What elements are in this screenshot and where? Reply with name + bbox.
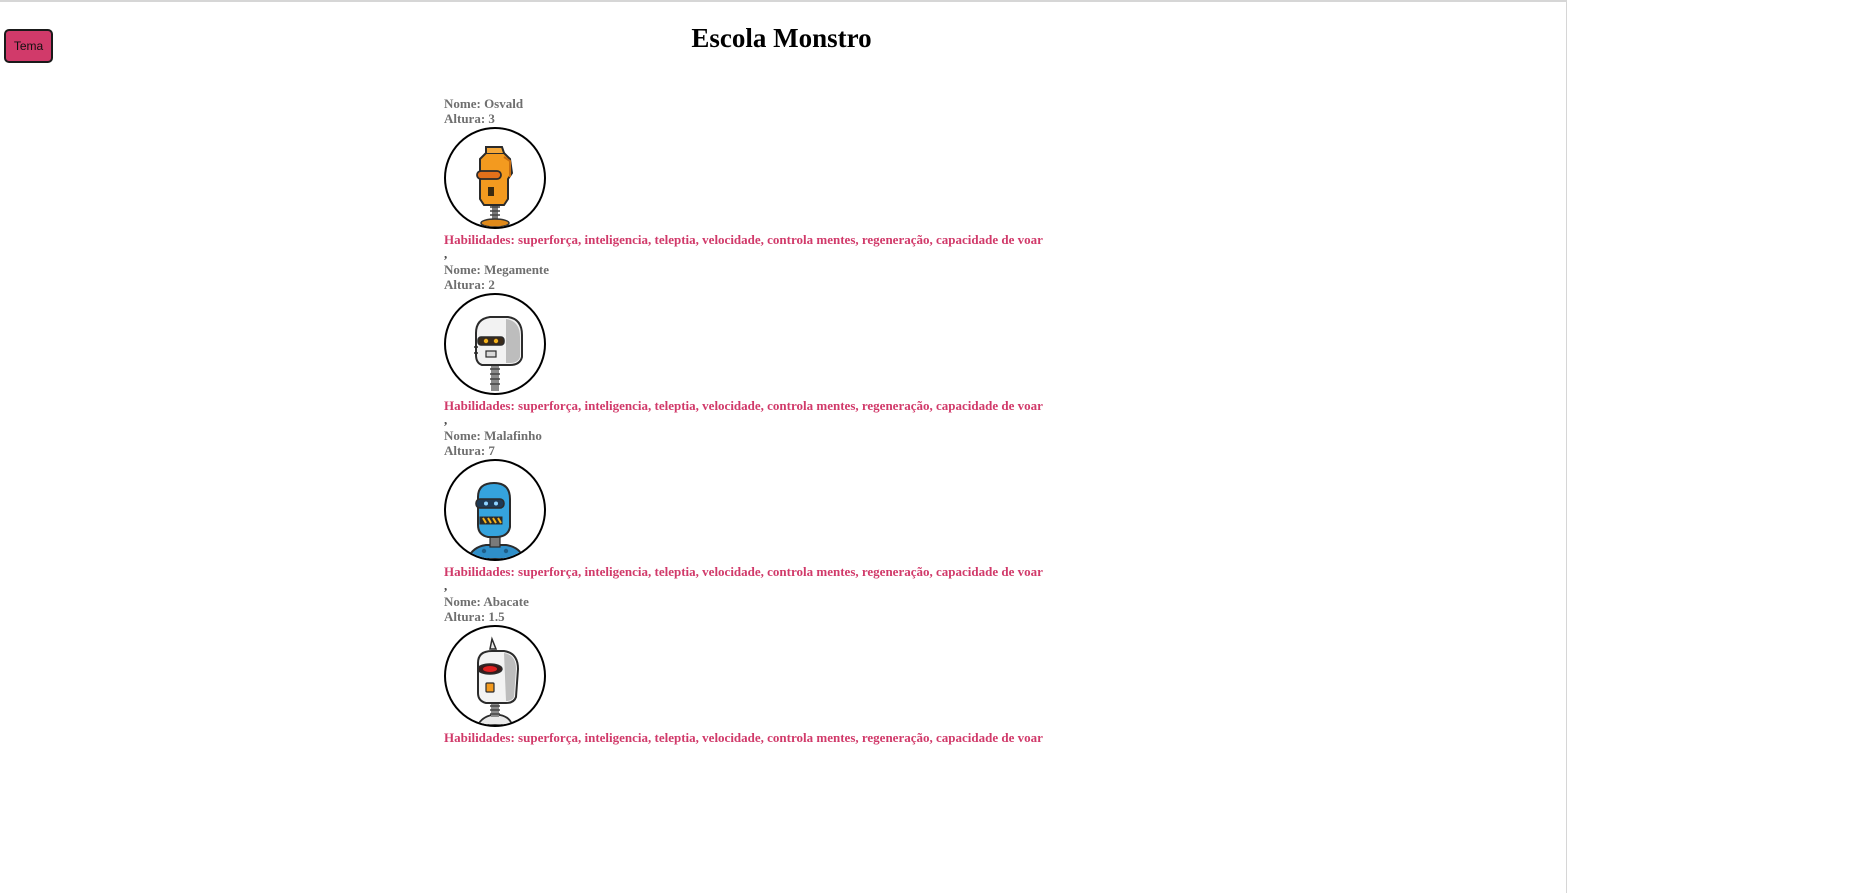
page-viewport: Tema Escola Monstro Nome: Osvald Altura:… xyxy=(0,0,1567,893)
monster-avatar xyxy=(444,127,546,229)
monster-avatar xyxy=(444,625,546,727)
monster-avatar xyxy=(444,459,546,561)
monster-card: Nome: Osvald Altura: 3 Habilidades: supe… xyxy=(444,96,1444,262)
separator: , xyxy=(444,578,448,593)
monster-height: Altura: 2 xyxy=(444,277,495,292)
orange-robot-icon xyxy=(476,146,514,227)
monster-card: Nome: Abacate Altura: 1.5 Habilidades: s… xyxy=(444,594,1444,760)
monster-skills: Habilidades: superforça, inteligencia, t… xyxy=(444,398,1043,413)
monster-avatar xyxy=(444,293,546,395)
monster-skills: Habilidades: superforça, inteligencia, t… xyxy=(444,564,1043,579)
monster-name: Nome: Abacate xyxy=(444,594,529,609)
monster-height: Altura: 1.5 xyxy=(444,609,505,624)
monster-list: Nome: Osvald Altura: 3 Habilidades: supe… xyxy=(444,96,1444,760)
separator: , xyxy=(444,412,448,427)
monster-skills: Habilidades: superforça, inteligencia, t… xyxy=(444,232,1043,247)
separator xyxy=(444,745,1444,759)
white-robot-icon xyxy=(474,316,523,391)
monster-skills: Habilidades: superforça, inteligencia, t… xyxy=(444,730,1043,745)
monster-name: Nome: Osvald xyxy=(444,96,524,111)
horned-robot-icon xyxy=(476,636,520,725)
page-title: Escola Monstro xyxy=(691,23,872,53)
separator: , xyxy=(444,246,448,261)
blue-robot-icon xyxy=(466,481,526,559)
monster-name: Nome: Megamente xyxy=(444,262,550,277)
monster-card: Nome: Megamente Altura: 2 Habilidades: s… xyxy=(444,262,1444,428)
monster-name: Nome: Malafinho xyxy=(444,428,542,443)
monster-height: Altura: 3 xyxy=(444,111,495,126)
monster-card: Nome: Malafinho Altura: 7 Habilidades: s… xyxy=(444,428,1444,594)
monster-height: Altura: 7 xyxy=(444,443,495,458)
